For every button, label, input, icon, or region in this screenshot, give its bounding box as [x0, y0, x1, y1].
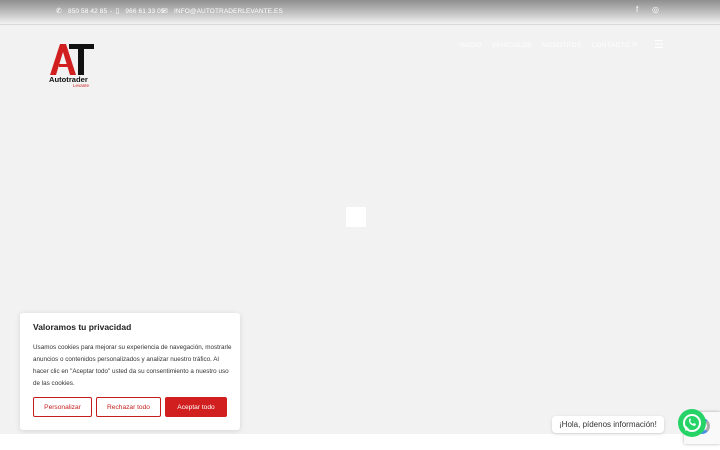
logo-t-stem [78, 44, 84, 75]
phone-1[interactable]: 850 58 42 85 [68, 8, 107, 15]
main-nav: INICIO VEHÍCULOS NOSOTROS CONTACTO [460, 42, 630, 49]
contact-email[interactable]: ✉ INFO@AUTOTRADERLEVANTE.ES [162, 7, 283, 16]
nav-item-vehiculos[interactable]: VEHÍCULOS [492, 42, 532, 49]
email-link[interactable]: INFO@AUTOTRADERLEVANTE.ES [174, 8, 283, 15]
phone-separator: - [110, 7, 113, 15]
contact-phones[interactable]: ✆ 850 58 42 85 - ▯ 966 61 33 05 [56, 7, 165, 16]
whatsapp-bubble[interactable]: ¡Hola, pídenos información! [552, 416, 664, 433]
customize-button[interactable]: Personalizar [33, 397, 92, 417]
cookie-consent-banner: Valoramos tu privacidad Usamos cookies p… [20, 313, 240, 430]
page-loader [346, 207, 366, 227]
instagram-icon[interactable]: ◎ [652, 5, 659, 14]
search-icon[interactable]: ⌕ [632, 38, 638, 51]
phone-2[interactable]: 966 61 33 05 [125, 8, 164, 15]
nav-item-nosotros[interactable]: NOSOTROS [542, 42, 582, 49]
logo-sub: Levante [73, 83, 90, 88]
logo-a-bar [59, 64, 68, 67]
email-icon: ✉ [162, 8, 168, 15]
cookie-title: Valoramos tu privacidad [33, 322, 132, 332]
facebook-icon[interactable]: f [636, 5, 638, 14]
cookie-text: Usamos cookies para mejorar su experienc… [33, 344, 232, 387]
reject-all-button[interactable]: Rechazar todo [96, 397, 161, 417]
top-bar: ✆ 850 58 42 85 - ▯ 966 61 33 05 ✉ INFO@A… [0, 0, 720, 25]
nav-item-inicio[interactable]: INICIO [460, 42, 482, 49]
phone-icon: ✆ [56, 8, 62, 15]
mobile-icon: ▯ [115, 8, 120, 15]
hamburger-menu-icon[interactable]: ☰ [654, 38, 664, 51]
autotrader-logo[interactable]: Autotrader Levante [49, 42, 97, 88]
whatsapp-button[interactable] [678, 409, 706, 437]
page-bottom-strip [0, 434, 720, 450]
accept-all-button[interactable]: Aceptar todo [165, 397, 227, 417]
whatsapp-icon [683, 414, 701, 432]
nav-item-contacto[interactable]: CONTACTO [592, 42, 630, 49]
